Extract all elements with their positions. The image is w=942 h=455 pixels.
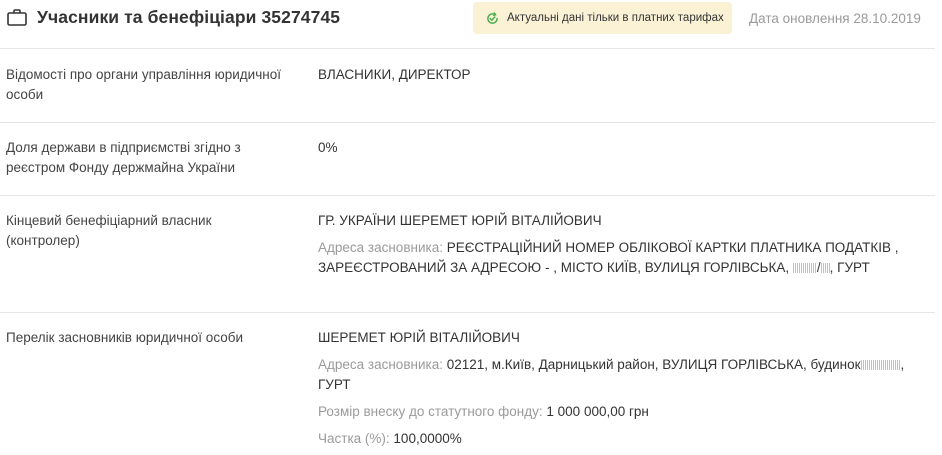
briefcase-icon [7,9,27,26]
beneficiary-address-label: Адреса засновника: [318,240,443,255]
governance-value: ВЛАСНИКИ, ДИРЕКТОР [318,67,471,82]
divider [0,122,935,123]
redacted-text [792,263,817,273]
divider [0,312,935,313]
beneficiary-label: Кінцевий бенефіціарний власник (контроле… [6,213,212,248]
founder-share: Частка (%): 100,0000% [318,429,918,449]
redacted-text [860,360,901,370]
state-share-value: 0% [318,140,338,155]
founder-capital-label: Розмір внеску до статутного фонду: [318,404,543,419]
section-header: Учасники та бенефіціари 35274745 Актуаль… [0,0,942,40]
founders-block: ШЕРЕМЕТ ЮРІЙ ВІТАЛІЙОВИЧ Адреса засновни… [318,328,918,449]
update-date: Дата оновлення 28.10.2019 [749,11,921,26]
founder-address-label: Адреса засновника: [318,357,443,372]
beneficiary-name: ГР. УКРАЇНИ ШЕРЕМЕТ ЮРІЙ ВІТАЛІЙОВИЧ [318,213,602,228]
beneficiary-address: Адреса засновника: РЕЄСТРАЦІЙНИЙ НОМЕР О… [318,238,918,278]
refresh-check-icon [487,11,498,24]
founder-share-label: Частка (%): [318,431,390,446]
governance-label: Відомості про органи управління юридично… [6,67,281,102]
founder-share-value: 100,0000% [393,431,462,446]
paid-data-badge[interactable]: Актуальні дані тільки в платних тарифах [473,2,732,34]
founder-capital-value: 1 000 000,00 грн [546,404,649,419]
badge-text: Актуальні дані тільки в платних тарифах [507,12,724,24]
redacted-text [820,263,830,273]
beneficiary-block: ГР. УКРАЇНИ ШЕРЕМЕТ ЮРІЙ ВІТАЛІЙОВИЧ Адр… [318,211,918,278]
founder-address-text: 02121, м.Київ, Дарницький район, ВУЛИЦЯ … [446,357,861,372]
founder-address: Адреса засновника: 02121, м.Київ, Дарниц… [318,355,918,395]
founders-label: Перелік засновників юридичної особи [6,330,244,345]
state-share-label: Доля держави в підприємстві згідно з реє… [6,140,241,175]
founder-name: ШЕРЕМЕТ ЮРІЙ ВІТАЛІЙОВИЧ [318,330,520,345]
divider [0,195,935,196]
divider [0,48,935,49]
founder-capital: Розмір внеску до статутного фонду: 1 000… [318,402,918,422]
beneficiary-address-end: , ГУРТ [829,260,870,275]
page-title: Учасники та бенефіціари 35274745 [37,7,341,27]
